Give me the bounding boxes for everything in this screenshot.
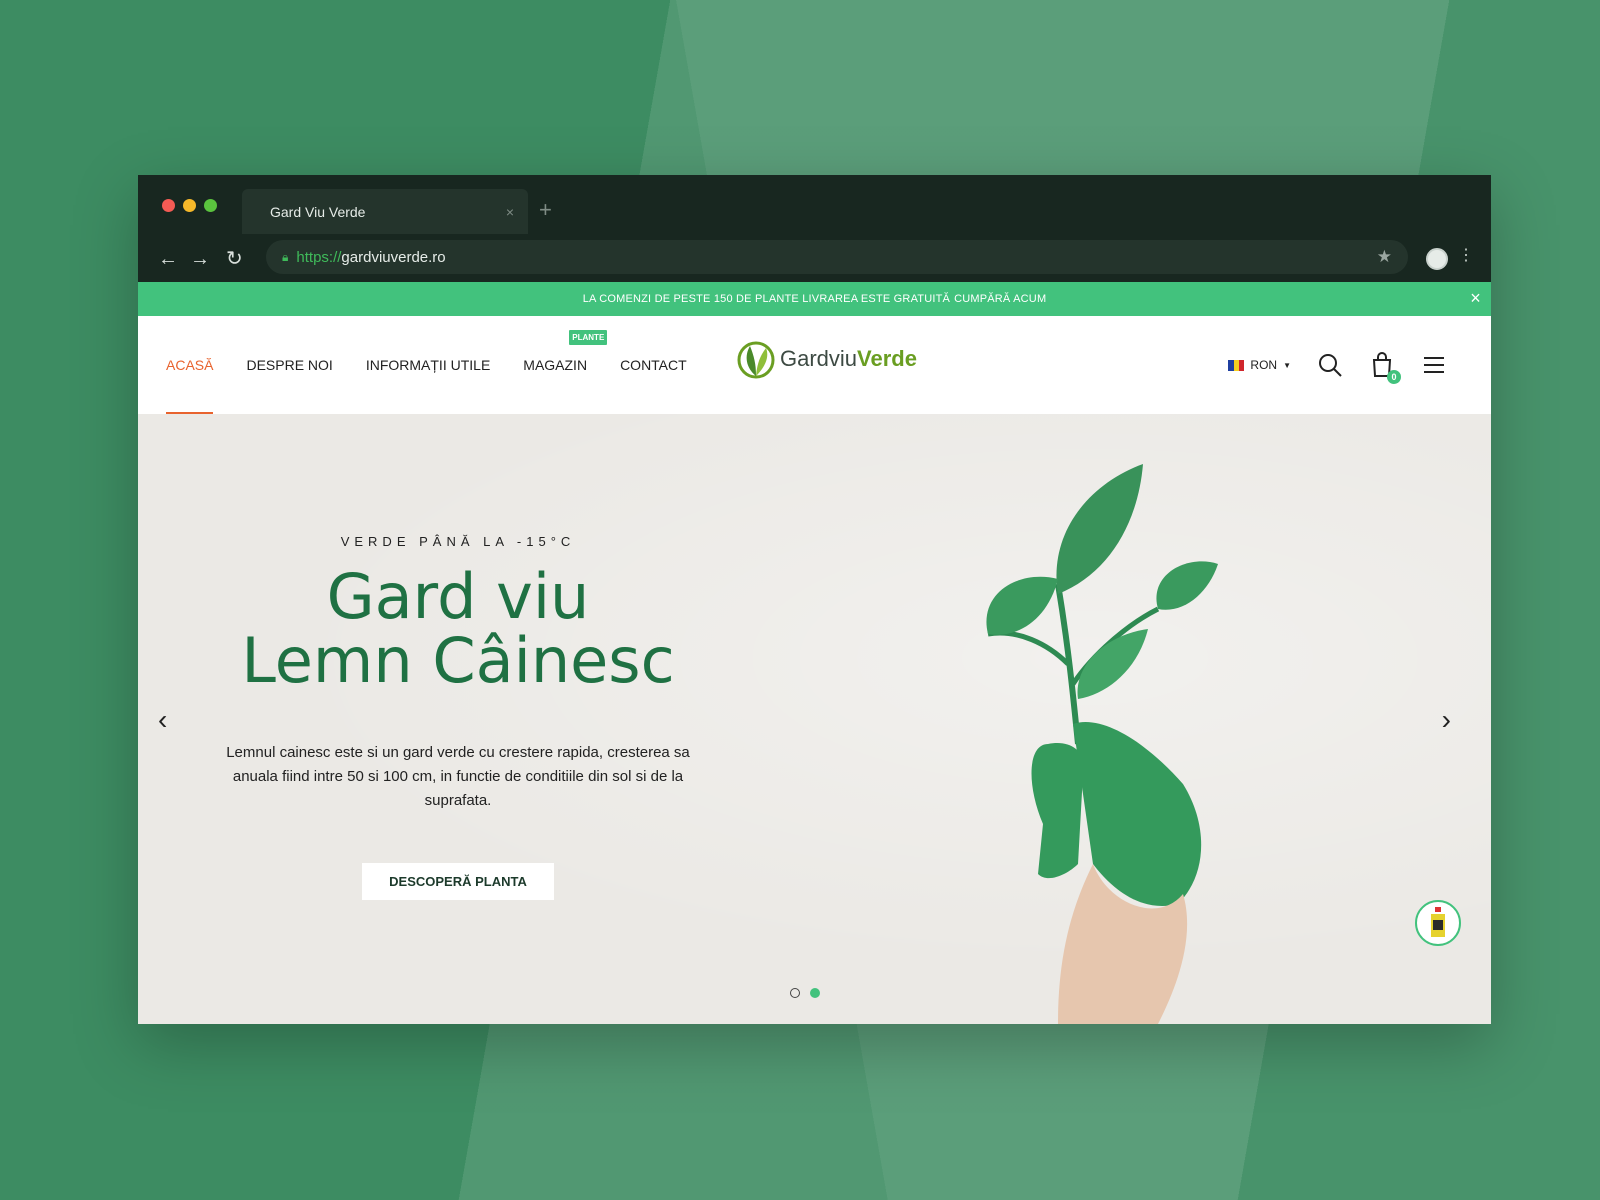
hamburger-menu-icon[interactable] — [1421, 352, 1447, 378]
tab-title: Gard Viu Verde — [270, 203, 366, 220]
close-window-button[interactable] — [162, 199, 175, 212]
slide-dot-2[interactable] — [810, 988, 820, 998]
slide-dot-1[interactable] — [790, 988, 800, 998]
romania-flag-icon — [1228, 359, 1245, 371]
main-nav: ACASĂ DESPRE NOI INFORMAȚII UTILE PLANTE… — [166, 316, 687, 414]
hero-description: Lemnul cainesc este si un gard verde cu … — [226, 744, 690, 809]
nav-item-informatii-utile[interactable]: INFORMAȚII UTILE — [366, 316, 490, 414]
logo-text-part1: Gardviu — [780, 346, 858, 371]
currency-selector[interactable]: RON ▼ — [1228, 358, 1291, 372]
browser-tab[interactable]: Gard Viu Verde × — [242, 189, 528, 234]
cart-count-badge: 0 — [1387, 370, 1401, 384]
browser-window: Gard Viu Verde × + ← → ↻ 🔒︎ https:// gar… — [138, 175, 1491, 1024]
discover-plant-button[interactable]: DESCOPERĂ PLANTA — [362, 863, 554, 900]
hero-kicker: VERDE PÂNĂ LA -15°C — [340, 534, 576, 549]
slider-next-arrow-icon[interactable]: › — [1442, 704, 1451, 736]
tab-close-icon[interactable]: × — [506, 204, 514, 220]
hero-title-line1: Gard viu — [326, 560, 590, 633]
search-icon[interactable] — [1317, 352, 1343, 378]
browser-toolbar: ← → ↻ 🔒︎ https:// gardviuverde.ro ★ ⋮ — [138, 237, 1491, 282]
announcement-bar: LA COMENZI DE PESTE 150 DE PLANTE LIVRAR… — [138, 282, 1491, 316]
url-host: gardviuverde.ro — [341, 248, 446, 266]
logo-text: GardviuVerde — [780, 346, 917, 372]
nav-item-label: ACASĂ — [166, 357, 214, 373]
header-actions: RON ▼ 0 — [1228, 316, 1447, 414]
hero-title-line2: Lemn Câinesc — [241, 624, 675, 697]
leaf-logo-icon — [737, 341, 775, 379]
announcement-close-icon[interactable]: × — [1470, 288, 1481, 309]
nav-item-magazin[interactable]: PLANTE MAGAZIN — [523, 316, 608, 414]
nav-item-contact[interactable]: CONTACT — [620, 316, 687, 414]
nav-item-despre-noi[interactable]: DESPRE NOI — [246, 316, 332, 414]
reload-icon[interactable]: ↻ — [226, 249, 243, 269]
profile-avatar[interactable] — [1426, 248, 1448, 270]
back-arrow-icon[interactable]: ← — [158, 249, 178, 269]
bottle-icon — [1431, 907, 1445, 937]
maximize-window-button[interactable] — [204, 199, 217, 212]
nav-item-label: MAGAZIN — [523, 357, 588, 373]
cart-icon[interactable]: 0 — [1369, 352, 1401, 384]
site-header: ACASĂ DESPRE NOI INFORMAȚII UTILE PLANTE… — [138, 316, 1491, 414]
logo-text-part2: Verde — [857, 346, 917, 371]
announcement-cta-link[interactable]: CUMPĂRĂ ACUM — [954, 293, 1046, 305]
hero-content: VERDE PÂNĂ LA -15°C Gard viu Lemn Câines… — [198, 534, 718, 900]
hero-title: Gard viu Lemn Câinesc — [198, 565, 718, 693]
product-bottle-floating-button[interactable] — [1415, 900, 1461, 946]
caret-down-icon: ▼ — [1283, 360, 1291, 370]
currency-label: RON — [1250, 358, 1278, 372]
forward-arrow-icon[interactable]: → — [190, 249, 210, 269]
new-tab-button[interactable]: + — [539, 197, 552, 223]
nav-item-label: CONTACT — [620, 357, 687, 373]
address-bar[interactable]: 🔒︎ https:// gardviuverde.ro ★ — [266, 240, 1408, 274]
site-logo[interactable]: GardviuVerde — [736, 338, 917, 380]
bookmark-star-icon[interactable]: ★ — [1377, 247, 1392, 267]
nav-item-label: DESPRE NOI — [246, 357, 333, 373]
hero-slider: VERDE PÂNĂ LA -15°C Gard viu Lemn Câines… — [138, 414, 1491, 1024]
window-controls — [162, 199, 217, 212]
slider-prev-arrow-icon[interactable]: ‹ — [158, 704, 167, 736]
minimize-window-button[interactable] — [183, 199, 196, 212]
browser-menu-icon[interactable]: ⋮ — [1458, 245, 1474, 265]
nav-badge: PLANTE — [569, 330, 608, 345]
browser-chrome: Gard Viu Verde × + ← → ↻ 🔒︎ https:// gar… — [138, 175, 1491, 282]
announcement-text: LA COMENZI DE PESTE 150 DE PLANTE LIVRAR… — [582, 293, 951, 305]
url-protocol: https:// — [296, 248, 342, 266]
nav-item-acasa[interactable]: ACASĂ — [166, 316, 214, 414]
nav-item-label: INFORMAȚII UTILE — [365, 357, 491, 373]
slider-pagination — [790, 988, 820, 998]
lock-icon: 🔒︎ — [282, 249, 289, 264]
hand-holding-plant-image — [986, 464, 1218, 1024]
